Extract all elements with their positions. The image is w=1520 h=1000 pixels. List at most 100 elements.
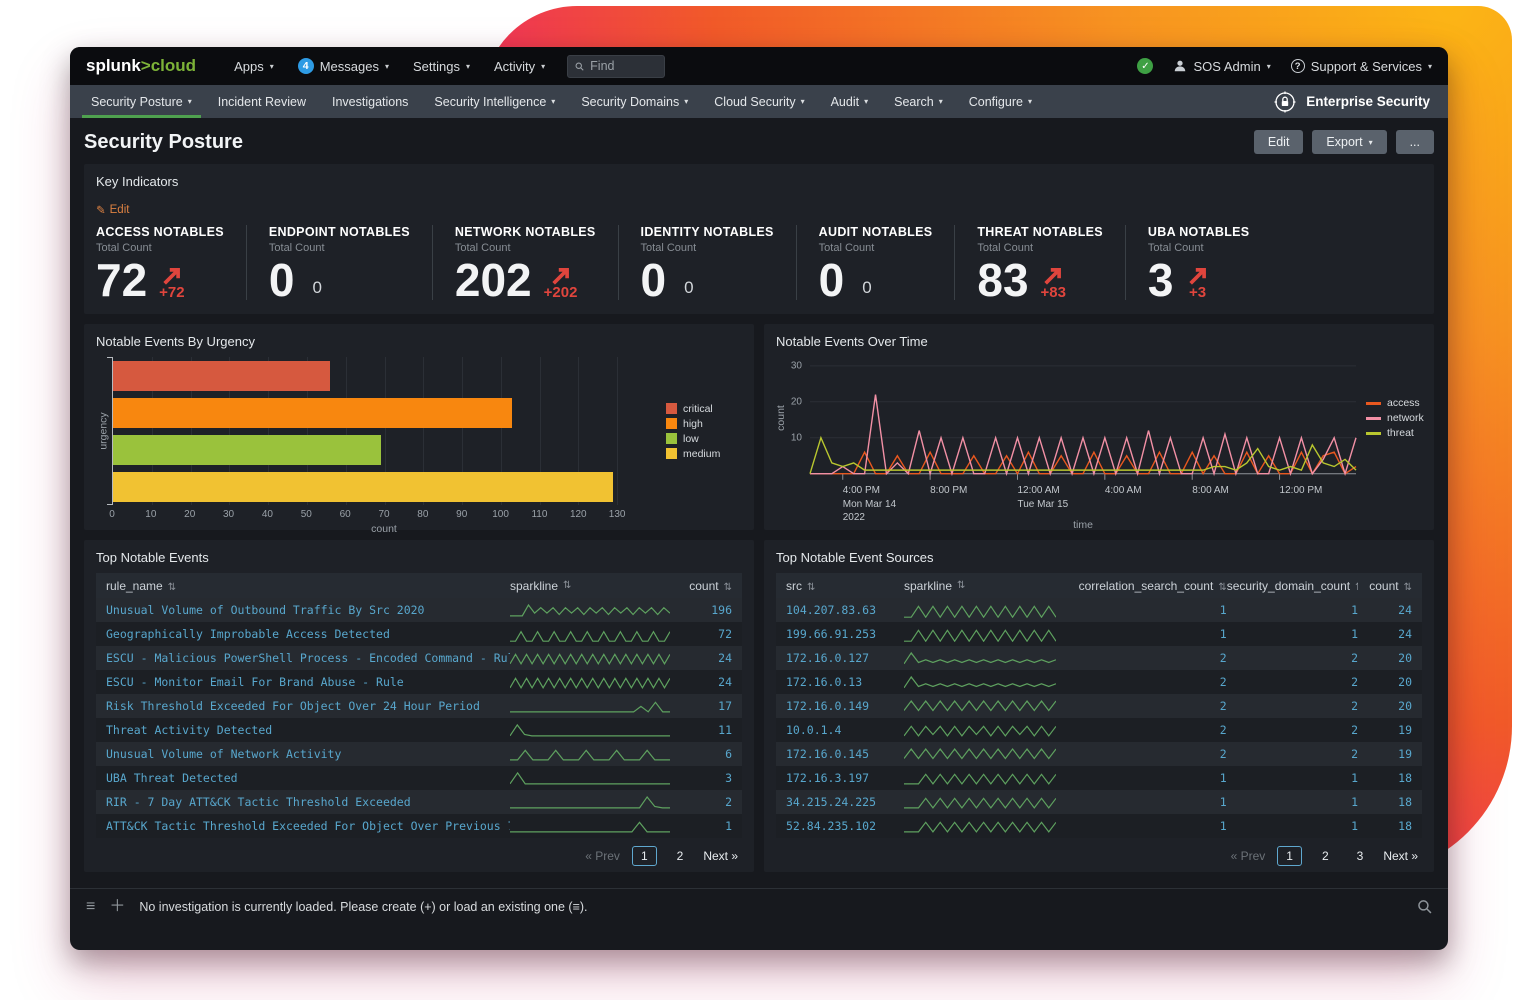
event-sources-page-3[interactable]: 3: [1349, 847, 1372, 865]
edit-button[interactable]: Edit: [1254, 130, 1304, 154]
column-header-sparkline[interactable]: sparkline⇅: [904, 579, 1056, 593]
table-row[interactable]: 172.16.3.1971118: [776, 766, 1422, 790]
bar-critical[interactable]: [113, 361, 330, 391]
topbar-menu-messages[interactable]: 4Messages▾: [298, 58, 389, 74]
key-indicators-edit-link[interactable]: ✎ Edit: [96, 203, 129, 217]
nav-item-search[interactable]: Search▾: [881, 85, 956, 118]
enterprise-security-brand[interactable]: Enterprise Security: [1273, 85, 1440, 118]
table-row[interactable]: 104.207.83.631124: [776, 598, 1422, 622]
add-investigation-icon[interactable]: ＋: [109, 899, 125, 915]
table-row[interactable]: RIR - 7 Day ATT&CK Tactic Threshold Exce…: [96, 790, 742, 814]
nav-item-incident-review[interactable]: Incident Review: [205, 85, 319, 118]
investigation-list-icon[interactable]: ≡: [86, 899, 95, 915]
table-row[interactable]: ESCU - Malicious PowerShell Process - En…: [96, 646, 742, 670]
event-sources-next-button[interactable]: Next »: [1383, 849, 1418, 863]
nav-item-audit[interactable]: Audit▾: [818, 85, 882, 118]
notable-events-page-1[interactable]: 1: [632, 846, 657, 866]
chart-title: Notable Events Over Time: [776, 334, 1422, 349]
table-row[interactable]: 199.66.91.2531124: [776, 622, 1422, 646]
column-header-rule-name[interactable]: rule_name⇅: [106, 579, 510, 593]
more-button[interactable]: ...: [1396, 130, 1434, 154]
table-row[interactable]: UBA Threat Detected3: [96, 766, 742, 790]
nav-item-security-posture[interactable]: Security Posture▾: [78, 85, 205, 118]
user-label: SOS Admin: [1193, 59, 1260, 74]
table-row[interactable]: ATT&CK Tactic Threshold Exceeded For Obj…: [96, 814, 742, 838]
chevron-down-icon: ▾: [1369, 138, 1373, 147]
table-row[interactable]: ESCU - Monitor Email For Brand Abuse - R…: [96, 670, 742, 694]
splunk-cloud-logo[interactable]: splunk>cloud: [86, 56, 196, 76]
panel-title: Key Indicators: [96, 174, 1422, 189]
line-chart-svg: [810, 355, 1356, 481]
table-row[interactable]: 34.215.24.2251118: [776, 790, 1422, 814]
series-line-network: [810, 395, 1356, 474]
table-row[interactable]: 172.16.0.132220: [776, 670, 1422, 694]
x-axis-ticks: 4:00 PMMon Mar 1420228:00 PM12:00 AMTue …: [810, 481, 1356, 519]
support-menu[interactable]: ? Support & Services ▾: [1291, 59, 1432, 74]
x-tick-sublabel: Tue Mar 15: [1017, 499, 1068, 511]
topbar-menu-activity[interactable]: Activity▾: [494, 58, 545, 74]
column-header-sparkline[interactable]: sparkline⇅: [510, 579, 678, 593]
column-header-src[interactable]: src⇅: [786, 579, 904, 593]
topbar-menu-apps[interactable]: Apps▾: [234, 58, 274, 74]
indicator-value: 83: [977, 260, 1028, 300]
column-header-count[interactable]: count⇅: [1358, 579, 1412, 593]
health-check-icon[interactable]: ✓: [1137, 58, 1153, 74]
user-menu[interactable]: SOS Admin ▾: [1173, 59, 1270, 74]
table-row[interactable]: Unusual Volume of Outbound Traffic By Sr…: [96, 598, 742, 622]
table-row[interactable]: 172.16.0.1452219: [776, 742, 1422, 766]
bar-high[interactable]: [113, 398, 512, 428]
topbar-menu-settings[interactable]: Settings▾: [413, 58, 470, 74]
event-sources-page-1[interactable]: 1: [1277, 846, 1302, 866]
nav-item-security-intelligence[interactable]: Security Intelligence▾: [421, 85, 568, 118]
x-tick-group: 4:00 PMMon Mar 142022: [843, 485, 896, 526]
indicator-value-row: 00: [269, 260, 410, 300]
nav-item-investigations[interactable]: Investigations: [319, 85, 421, 118]
cell-src: 104.207.83.63: [786, 603, 904, 617]
key-indicator-access-notables[interactable]: ACCESS NOTABLESTotal Count72+72: [96, 225, 247, 300]
cell-sparkline: [904, 650, 1056, 666]
notable-events-next-button[interactable]: Next »: [703, 849, 738, 863]
nav-item-configure[interactable]: Configure▾: [956, 85, 1045, 118]
y-axis-label: count: [775, 406, 787, 432]
find-search-box[interactable]: [567, 55, 665, 78]
table-row[interactable]: 10.0.1.42219: [776, 718, 1422, 742]
column-header-correlation-search-count[interactable]: correlation_search_count⇅: [1056, 579, 1227, 593]
table-header-row: src⇅sparkline⇅correlation_search_count⇅s…: [776, 573, 1422, 598]
bar-low[interactable]: [113, 435, 381, 465]
urgency-bar-chart: urgency criticalhighlowmedium 0102030405…: [96, 357, 742, 535]
key-indicator-audit-notables[interactable]: AUDIT NOTABLESTotal Count00: [819, 225, 956, 300]
notable-events-prev-button[interactable]: « Prev: [585, 849, 620, 863]
investigation-search-icon[interactable]: [1417, 899, 1432, 914]
column-header-count[interactable]: count⇅: [678, 579, 732, 593]
find-input[interactable]: [590, 59, 657, 73]
nav-item-cloud-security[interactable]: Cloud Security▾: [701, 85, 817, 118]
table-row[interactable]: Geographically Improbable Access Detecte…: [96, 622, 742, 646]
event-sources-prev-button[interactable]: « Prev: [1231, 849, 1266, 863]
key-indicator-network-notables[interactable]: NETWORK NOTABLESTotal Count202+202: [455, 225, 619, 300]
table-row[interactable]: 52.84.235.1021118: [776, 814, 1422, 838]
export-button[interactable]: Export▾: [1312, 130, 1386, 154]
x-axis-ticks: 0102030405060708090100110120130: [112, 509, 656, 521]
key-indicator-endpoint-notables[interactable]: ENDPOINT NOTABLESTotal Count00: [269, 225, 433, 300]
table-row[interactable]: 172.16.0.1272220: [776, 646, 1422, 670]
legend-label: access: [1387, 397, 1420, 409]
nav-item-security-domains[interactable]: Security Domains▾: [568, 85, 701, 118]
legend-label: threat: [1387, 427, 1414, 439]
event-sources-page-2[interactable]: 2: [1314, 847, 1337, 865]
key-indicator-uba-notables[interactable]: UBA NOTABLESTotal Count3+3: [1148, 225, 1272, 300]
key-indicator-threat-notables[interactable]: THREAT NOTABLESTotal Count83+83: [977, 225, 1126, 300]
table-row[interactable]: Threat Activity Detected11: [96, 718, 742, 742]
notable-events-page-2[interactable]: 2: [669, 847, 692, 865]
table-row[interactable]: 172.16.0.1492220: [776, 694, 1422, 718]
sort-icon: ⇅: [1404, 582, 1412, 593]
column-header-security-domain-count[interactable]: security_domain_count⇅: [1227, 579, 1358, 593]
y-axis-ticks: count 102030: [776, 355, 810, 481]
key-indicator-identity-notables[interactable]: IDENTITY NOTABLESTotal Count00: [641, 225, 797, 300]
table-row[interactable]: Risk Threshold Exceeded For Object Over …: [96, 694, 742, 718]
cell-rule-name: ESCU - Malicious PowerShell Process - En…: [106, 651, 510, 665]
table-row[interactable]: Unusual Volume of Network Activity6: [96, 742, 742, 766]
cell-security-domain-count: 1: [1227, 603, 1358, 617]
x-tick-label: 80: [417, 509, 428, 520]
cell-correlation-search-count: 1: [1056, 627, 1227, 641]
bar-medium[interactable]: [113, 472, 613, 502]
